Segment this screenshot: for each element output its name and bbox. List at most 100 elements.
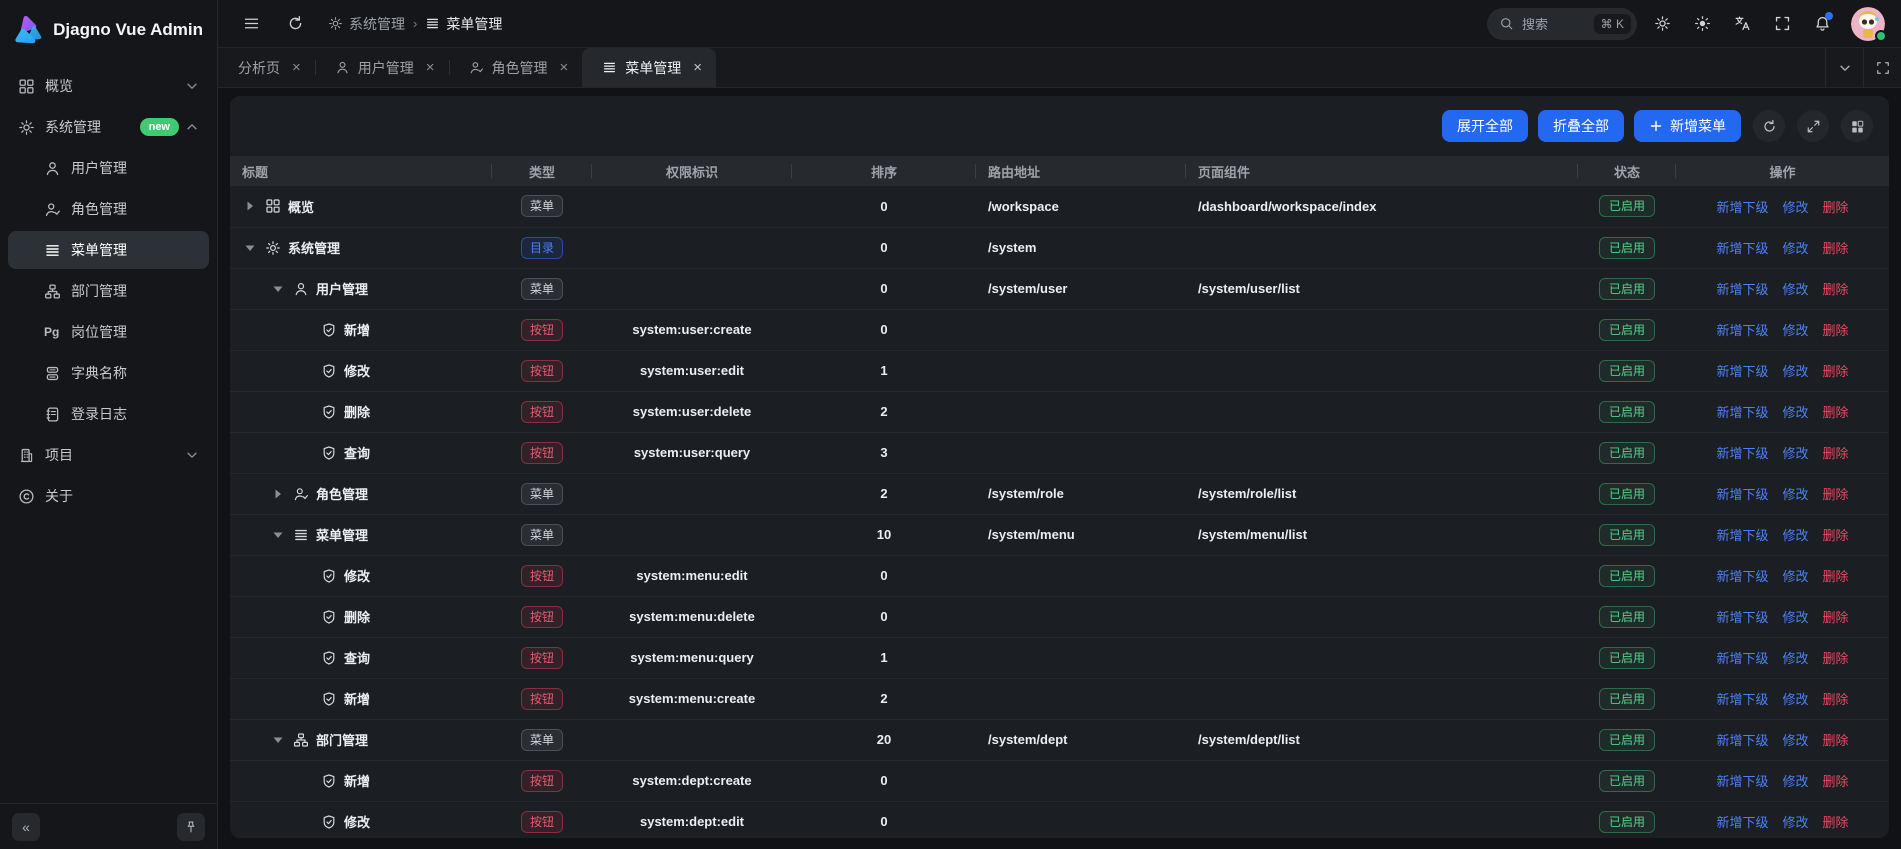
delete-link[interactable]: 删除 [1823, 323, 1849, 338]
delete-link[interactable]: 删除 [1823, 651, 1849, 666]
sidebar-item-部门管理[interactable]: 部门管理 [8, 272, 209, 310]
sidebar-item-系统管理[interactable]: 系统管理new [8, 108, 209, 146]
add-child-link[interactable]: 新增下级 [1716, 569, 1768, 584]
delete-link[interactable]: 删除 [1823, 733, 1849, 748]
add-child-link[interactable]: 新增下级 [1716, 610, 1768, 625]
delete-link[interactable]: 删除 [1823, 241, 1849, 256]
delete-link[interactable]: 删除 [1823, 446, 1849, 461]
tab-分析页[interactable]: 分析页× [218, 48, 315, 87]
edit-link[interactable]: 修改 [1782, 282, 1808, 297]
edit-link[interactable]: 修改 [1782, 446, 1808, 461]
edit-link[interactable]: 修改 [1782, 405, 1808, 420]
avatar[interactable] [1851, 7, 1885, 41]
delete-link[interactable]: 删除 [1823, 282, 1849, 297]
add-child-link[interactable]: 新增下级 [1716, 405, 1768, 420]
edit-link[interactable]: 修改 [1782, 241, 1808, 256]
add-child-link[interactable]: 新增下级 [1716, 241, 1768, 256]
table-columns-button[interactable] [1841, 110, 1873, 142]
column-header-页面组件[interactable]: 页面组件 [1186, 156, 1578, 186]
tabs-dropdown-button[interactable] [1825, 48, 1863, 87]
caret-down-icon[interactable] [270, 527, 286, 543]
theme-toggle-button[interactable] [1687, 9, 1717, 39]
add-child-link[interactable]: 新增下级 [1716, 733, 1768, 748]
sidebar-pin-button[interactable] [177, 813, 205, 841]
sidebar-item-登录日志[interactable]: 登录日志 [8, 395, 209, 433]
sidebar-item-菜单管理[interactable]: 菜单管理 [8, 231, 209, 269]
caret-right-icon[interactable] [242, 198, 258, 214]
delete-link[interactable]: 删除 [1823, 528, 1849, 543]
tab-用户管理[interactable]: 用户管理× [315, 48, 449, 87]
add-menu-button[interactable]: 新增菜单 [1634, 110, 1741, 142]
breadcrumb-item[interactable]: 菜单管理 [425, 14, 502, 34]
column-header-标题[interactable]: 标题 [230, 156, 492, 186]
edit-link[interactable]: 修改 [1782, 487, 1808, 502]
edit-link[interactable]: 修改 [1782, 610, 1808, 625]
refresh-page-button[interactable] [280, 9, 310, 39]
add-child-link[interactable]: 新增下级 [1716, 282, 1768, 297]
edit-link[interactable]: 修改 [1782, 815, 1808, 830]
caret-down-icon[interactable] [270, 732, 286, 748]
delete-link[interactable]: 删除 [1823, 774, 1849, 789]
sidebar-item-字典名称[interactable]: 字典名称 [8, 354, 209, 392]
tab-菜单管理[interactable]: 菜单管理× [582, 48, 716, 87]
caret-down-icon[interactable] [242, 240, 258, 256]
language-button[interactable] [1727, 9, 1757, 39]
sidebar-toggle-button[interactable] [236, 9, 266, 39]
sidebar-item-用户管理[interactable]: 用户管理 [8, 149, 209, 187]
column-header-操作[interactable]: 操作 [1676, 156, 1889, 186]
expand-all-button[interactable]: 展开全部 [1442, 110, 1528, 142]
settings-button[interactable] [1647, 9, 1677, 39]
delete-link[interactable]: 删除 [1823, 569, 1849, 584]
add-child-link[interactable]: 新增下级 [1716, 487, 1768, 502]
delete-link[interactable]: 删除 [1823, 692, 1849, 707]
column-header-排序[interactable]: 排序 [792, 156, 976, 186]
tab-close-icon[interactable]: × [292, 59, 301, 76]
add-child-link[interactable]: 新增下级 [1716, 528, 1768, 543]
tab-角色管理[interactable]: 角色管理× [449, 48, 583, 87]
tab-close-icon[interactable]: × [693, 59, 702, 76]
edit-link[interactable]: 修改 [1782, 692, 1808, 707]
add-child-link[interactable]: 新增下级 [1716, 815, 1768, 830]
column-header-状态[interactable]: 状态 [1578, 156, 1676, 186]
edit-link[interactable]: 修改 [1782, 528, 1808, 543]
delete-link[interactable]: 删除 [1823, 815, 1849, 830]
add-child-link[interactable]: 新增下级 [1716, 323, 1768, 338]
edit-link[interactable]: 修改 [1782, 323, 1808, 338]
column-header-路由地址[interactable]: 路由地址 [976, 156, 1186, 186]
add-child-link[interactable]: 新增下级 [1716, 446, 1768, 461]
tabs-maximize-button[interactable] [1863, 48, 1901, 87]
column-header-类型[interactable]: 类型 [492, 156, 592, 186]
breadcrumb-item[interactable]: 系统管理 [328, 14, 405, 34]
sidebar-item-关于[interactable]: 关于 [8, 477, 209, 515]
table-fullscreen-button[interactable] [1797, 110, 1829, 142]
edit-link[interactable]: 修改 [1782, 569, 1808, 584]
sidebar-item-岗位管理[interactable]: Pg岗位管理 [8, 313, 209, 351]
add-child-link[interactable]: 新增下级 [1716, 774, 1768, 789]
delete-link[interactable]: 删除 [1823, 364, 1849, 379]
collapse-all-button[interactable]: 折叠全部 [1538, 110, 1624, 142]
fullscreen-button[interactable] [1767, 9, 1797, 39]
sidebar-item-角色管理[interactable]: 角色管理 [8, 190, 209, 228]
sidebar-collapse-button[interactable]: « [12, 813, 40, 841]
column-header-权限标识[interactable]: 权限标识 [592, 156, 792, 186]
sidebar-item-概览[interactable]: 概览 [8, 67, 209, 105]
caret-right-icon[interactable] [270, 486, 286, 502]
table-refresh-button[interactable] [1753, 110, 1785, 142]
edit-link[interactable]: 修改 [1782, 774, 1808, 789]
edit-link[interactable]: 修改 [1782, 733, 1808, 748]
delete-link[interactable]: 删除 [1823, 200, 1849, 215]
add-child-link[interactable]: 新增下级 [1716, 200, 1768, 215]
add-child-link[interactable]: 新增下级 [1716, 651, 1768, 666]
delete-link[interactable]: 删除 [1823, 610, 1849, 625]
tab-close-icon[interactable]: × [426, 59, 435, 76]
edit-link[interactable]: 修改 [1782, 364, 1808, 379]
sidebar-item-项目[interactable]: 项目 [8, 436, 209, 474]
edit-link[interactable]: 修改 [1782, 200, 1808, 215]
add-child-link[interactable]: 新增下级 [1716, 364, 1768, 379]
tab-close-icon[interactable]: × [560, 59, 569, 76]
delete-link[interactable]: 删除 [1823, 405, 1849, 420]
notifications-button[interactable] [1807, 9, 1837, 39]
logo[interactable]: Djagno Vue Admin [0, 0, 217, 56]
add-child-link[interactable]: 新增下级 [1716, 692, 1768, 707]
delete-link[interactable]: 删除 [1823, 487, 1849, 502]
